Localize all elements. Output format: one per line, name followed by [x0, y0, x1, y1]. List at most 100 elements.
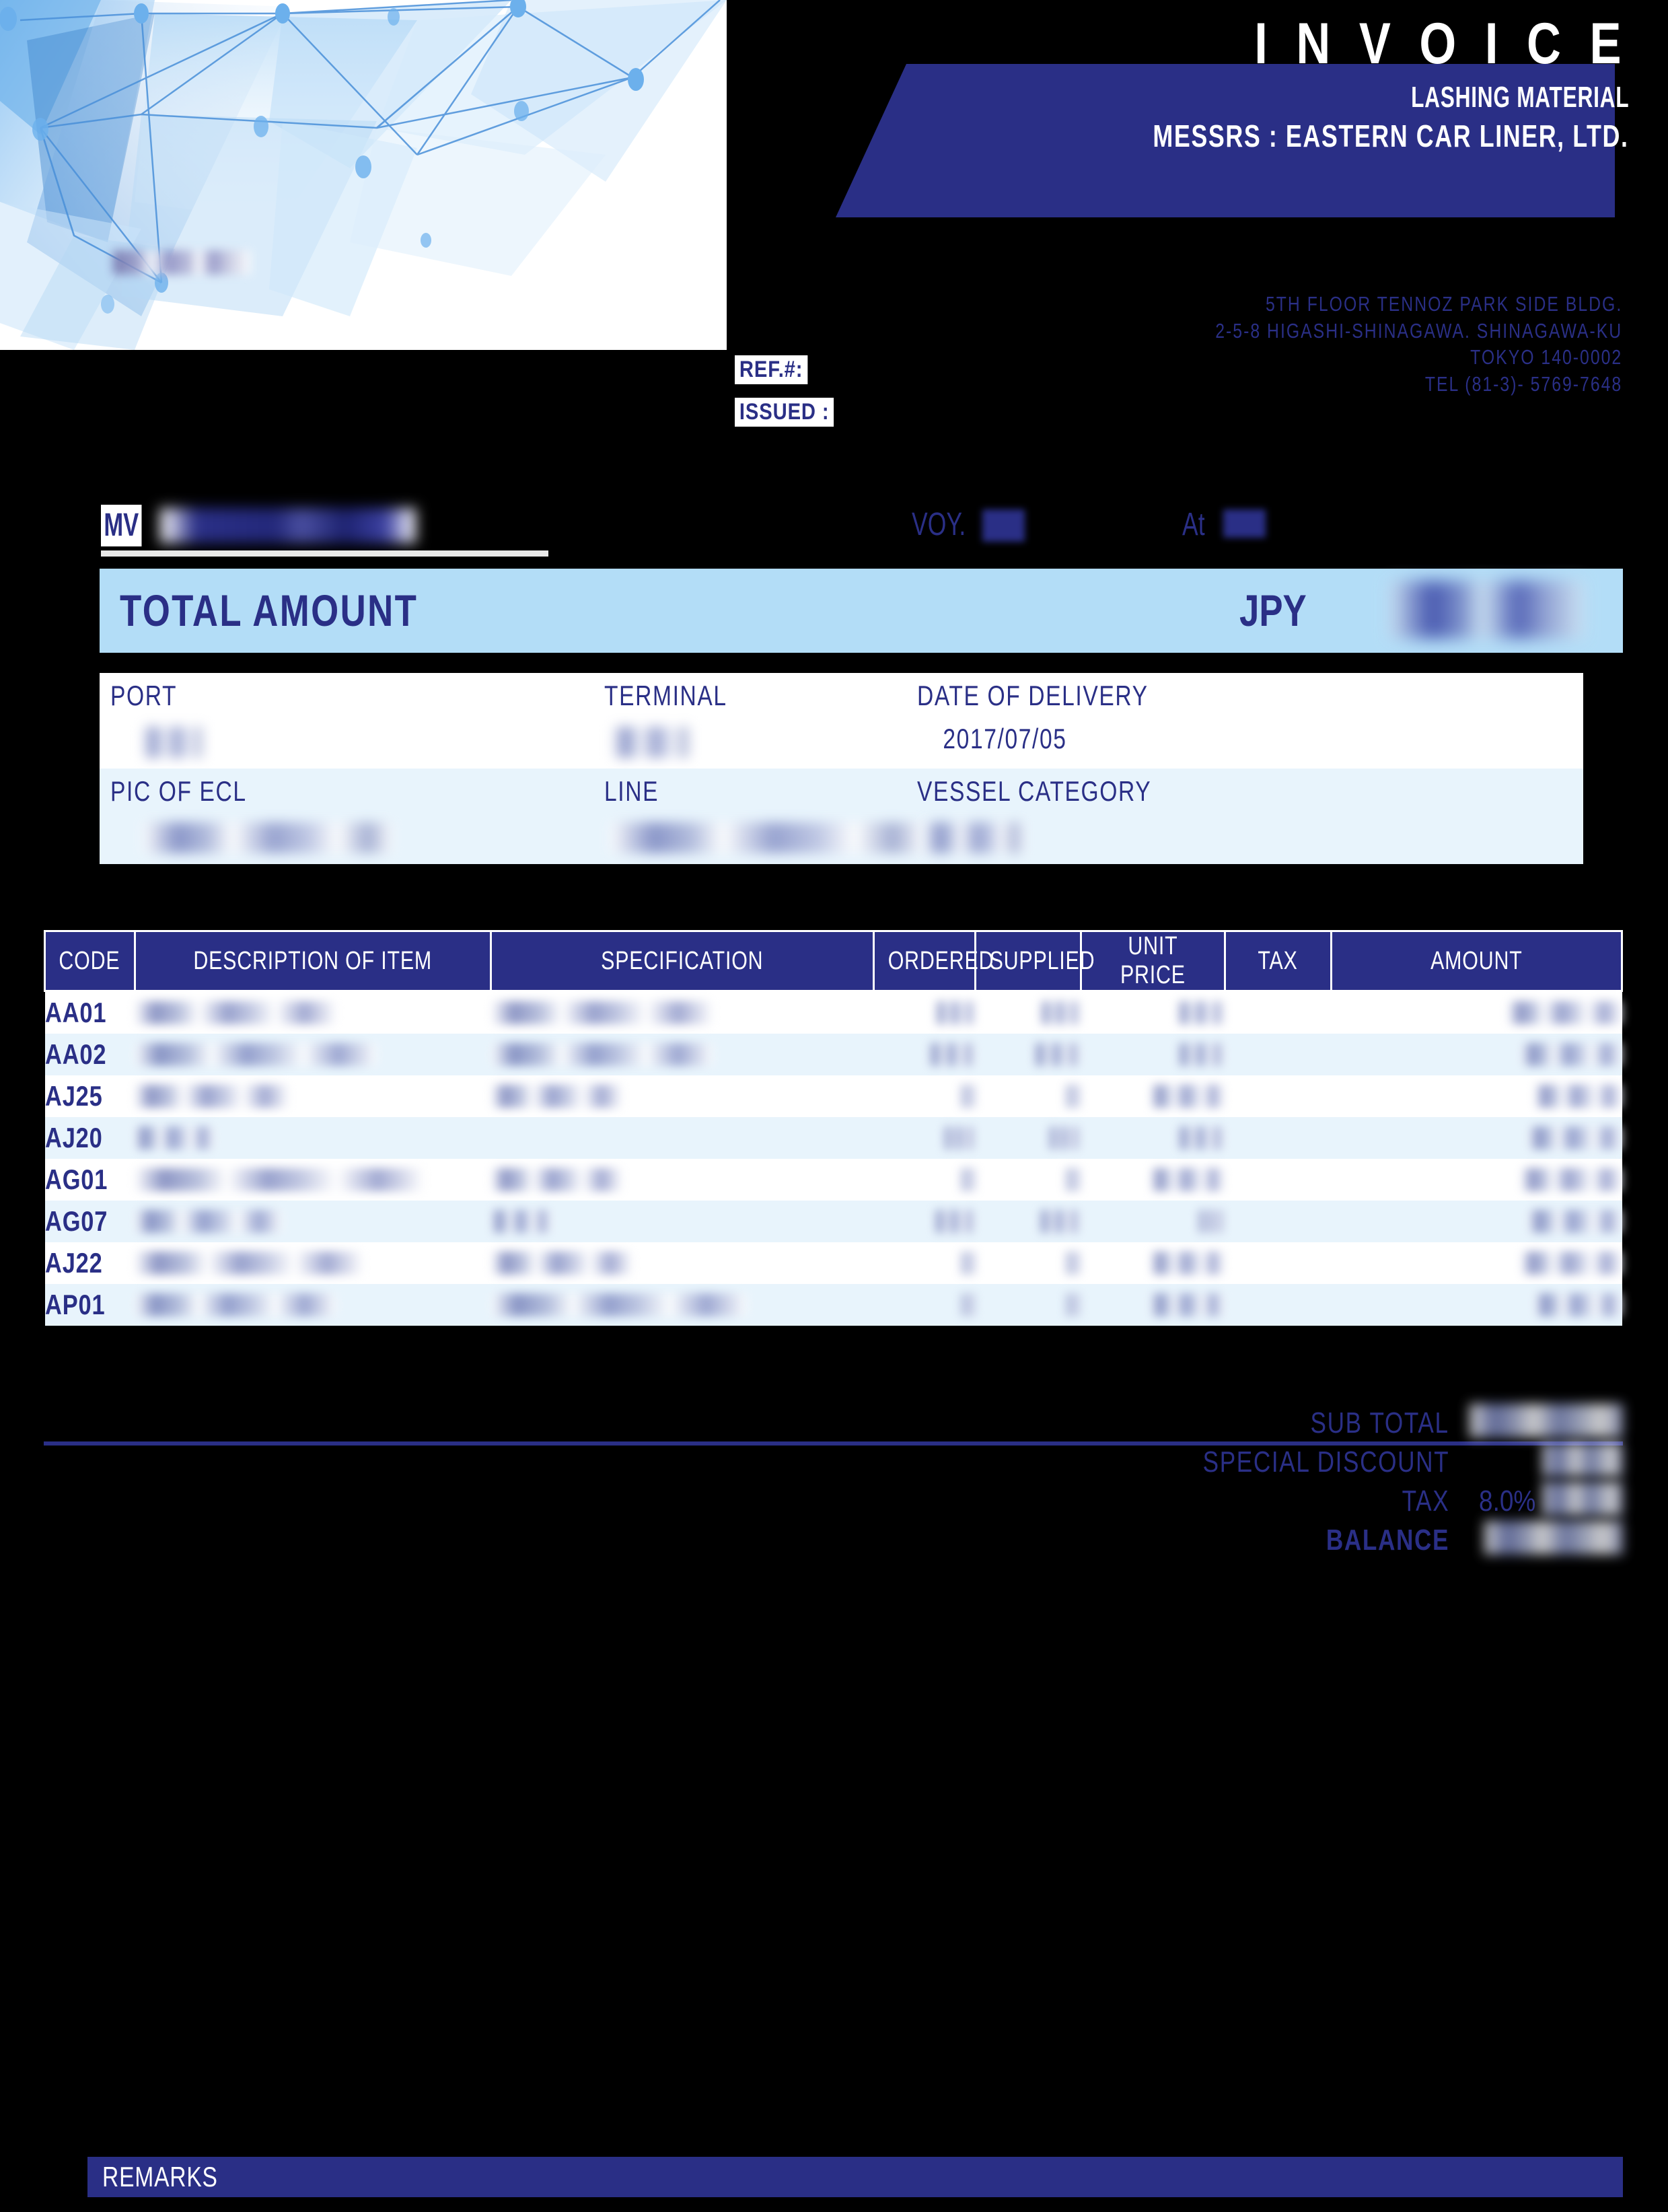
cell-amount-redacted [1534, 1085, 1622, 1108]
cell-ordered [873, 1284, 976, 1326]
cell-specification-redacted [491, 1001, 713, 1024]
cell-specification [491, 1201, 874, 1242]
mv-value-redacted[interactable] [160, 508, 416, 543]
line-label: LINE [604, 775, 659, 807]
total-amount-value-redacted [1389, 581, 1584, 639]
column-header-ordered: ORDERED [872, 930, 993, 992]
cell-code: AP01 [44, 1284, 135, 1326]
cell-amount-redacted [1521, 1252, 1622, 1275]
cell-specification [491, 1284, 874, 1326]
address-line-2: 2-5-8 HIGASHI-SHINAGAWA. SHINAGAWA-KU [1215, 318, 1622, 343]
cell-specification-redacted [491, 1210, 552, 1233]
cell-code-text: AJ22 [44, 1247, 103, 1279]
total-amount-label: TOTAL AMOUNT [120, 585, 419, 635]
cell-specification-redacted [491, 1168, 622, 1191]
special-discount-value-redacted [1542, 1443, 1623, 1476]
invoice-subtitle: LASHING MATERIAL [1410, 81, 1629, 114]
date-of-delivery-value: 2017/07/05 [943, 723, 1067, 754]
port-label: PORT [110, 680, 178, 711]
cell-amount [1331, 1201, 1622, 1242]
cell-ordered-redacted [960, 1168, 976, 1191]
address-line-3: TOKYO 140-0002 [1470, 345, 1622, 369]
cell-ordered [873, 1117, 976, 1159]
column-header-supplied: SUPPLIED [974, 930, 1095, 992]
sub-total-label: SUB TOTAL [1310, 1406, 1449, 1439]
cell-code-text: AG07 [44, 1205, 108, 1237]
cell-supplied [975, 991, 1081, 1034]
date-of-delivery-cell: DATE OF DELIVERY 2017/07/05 [917, 673, 1206, 769]
table-row[interactable]: AP01 [44, 1284, 1622, 1326]
cell-unit-price-redacted [1198, 1210, 1225, 1233]
total-amount-banner: TOTAL AMOUNT JPY [100, 569, 1623, 653]
cell-description [135, 1201, 491, 1242]
company-logo-artwork [0, 0, 727, 350]
cell-supplied-redacted [1034, 1043, 1081, 1066]
line-value-redacted [610, 822, 924, 853]
cell-ordered-redacted [935, 1001, 976, 1024]
messrs-recipient: MESSRS : EASTERN CAR LINER, LTD. [1153, 118, 1629, 153]
table-row[interactable]: AA01 [44, 991, 1622, 1034]
cell-tax [1225, 1201, 1332, 1242]
voyage-value-redacted[interactable] [982, 509, 1025, 542]
cell-amount [1331, 1075, 1622, 1117]
cell-amount [1331, 991, 1622, 1034]
info-row-top: PORT TERMINAL DATE OF DELIVERY 2017/07/0… [100, 673, 1583, 769]
company-address: 5TH FLOOR TENNOZ PARK SIDE BLDG. 2-5-8 H… [1215, 291, 1622, 398]
cell-unit-price [1081, 1075, 1225, 1117]
table-row[interactable]: AG01 [44, 1159, 1622, 1201]
cell-amount-redacted [1534, 1293, 1622, 1316]
table-row[interactable]: AJ22 [44, 1242, 1622, 1284]
cell-supplied-redacted [1048, 1127, 1081, 1149]
remarks-label: REMARKS [102, 2161, 218, 2192]
cell-description-redacted [135, 1127, 216, 1149]
shipment-info-block: PORT TERMINAL DATE OF DELIVERY 2017/07/0… [100, 673, 1583, 864]
table-row[interactable]: AA02 [44, 1034, 1622, 1075]
table-row[interactable]: AJ25 [44, 1075, 1622, 1117]
terminal-value-redacted [612, 727, 692, 758]
pic-of-ecl-cell: PIC OF ECL [110, 769, 393, 864]
cell-ordered [873, 1034, 976, 1075]
cell-ordered-redacted [928, 1043, 976, 1066]
cell-unit-price-redacted [1151, 1168, 1225, 1191]
cell-unit-price [1081, 1117, 1225, 1159]
sub-total-value-redacted [1470, 1404, 1623, 1437]
pic-of-ecl-value-redacted [143, 822, 393, 853]
cell-tax [1225, 1075, 1332, 1117]
cell-description-redacted [135, 1043, 377, 1066]
cell-description-redacted [135, 1085, 290, 1108]
cell-tax [1225, 1242, 1332, 1284]
cell-description [135, 1075, 491, 1117]
cell-specification [491, 1034, 874, 1075]
cell-unit-price [1081, 1242, 1225, 1284]
issued-date-field[interactable]: ISSUED : [735, 398, 834, 427]
cell-unit-price-redacted [1177, 1001, 1225, 1024]
cell-description-redacted [135, 1252, 364, 1275]
cell-description [135, 1284, 491, 1326]
at-value-redacted[interactable] [1223, 509, 1266, 538]
at-label: At [1182, 507, 1205, 542]
polygon-network-graphic [0, 0, 727, 350]
cell-specification [491, 1075, 874, 1117]
cell-code-text: AP01 [44, 1289, 105, 1320]
column-header-code: CODE [44, 930, 136, 992]
cell-supplied [975, 1159, 1081, 1201]
cell-unit-price-redacted [1177, 1127, 1225, 1149]
cell-supplied [975, 1284, 1081, 1326]
ref-number-field[interactable]: REF.#: [735, 355, 808, 384]
cell-code: AG01 [44, 1159, 135, 1201]
cell-unit-price-redacted [1151, 1252, 1225, 1275]
cell-code: AA01 [44, 991, 135, 1034]
cell-tax [1225, 1034, 1332, 1075]
table-row[interactable]: AG07 [44, 1201, 1622, 1242]
mv-underline [101, 550, 548, 557]
cell-code-text: AJ20 [44, 1122, 103, 1153]
cell-amount [1331, 1242, 1622, 1284]
cell-description-redacted [135, 1210, 283, 1233]
table-row[interactable]: AJ20 [44, 1117, 1622, 1159]
cell-supplied-redacted [1066, 1168, 1081, 1191]
cell-description [135, 1034, 491, 1075]
balance-row: BALANCE [942, 1521, 1623, 1563]
voyage-label: VOY. [912, 507, 966, 542]
totals-section: SUB TOTAL SPECIAL DISCOUNT TAX 8.0% BALA… [942, 1404, 1623, 1563]
cell-specification-redacted [491, 1085, 622, 1108]
